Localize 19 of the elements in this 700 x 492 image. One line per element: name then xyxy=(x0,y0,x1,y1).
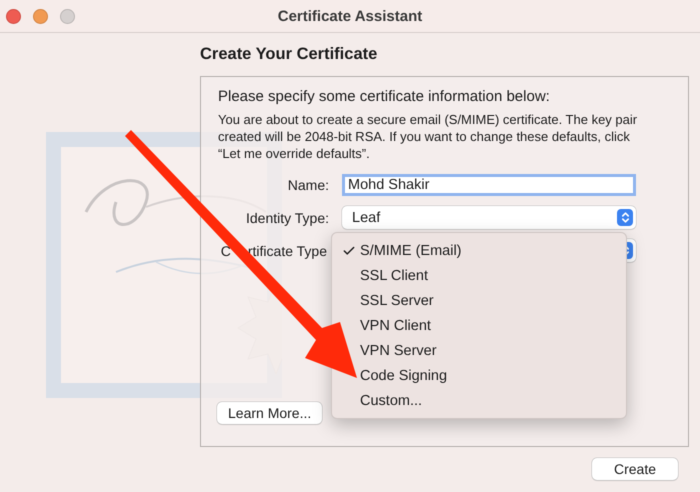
menu-item[interactable]: Custom... xyxy=(360,392,422,408)
menu-item[interactable]: S/MIME (Email) xyxy=(342,242,462,258)
field-label: Name: xyxy=(286,177,329,193)
page-heading: Create Your Certificate xyxy=(200,45,378,64)
description-text: You are about to create a secure email (S/MIME) certificate. The key pair created will be 2048-bit RSA. If you want to change these defaults, click “Let me override defaults”. xyxy=(218,111,638,162)
learn-more-button[interactable]: Learn More... xyxy=(217,402,322,424)
field-label: C xyxy=(220,242,231,258)
name-field[interactable]: Mohd Shakir xyxy=(342,174,636,196)
menu-item[interactable]: VPN Client xyxy=(360,318,431,334)
create-button[interactable]: Create xyxy=(592,458,678,480)
field-label: Identity Type: xyxy=(244,210,329,226)
menu-item[interactable]: SSL Client xyxy=(360,268,428,284)
window-title: Certificate Assistant xyxy=(278,8,422,24)
menu-item[interactable]: SSL Server xyxy=(360,292,434,308)
menu-item[interactable]: Code Signing xyxy=(360,368,448,384)
menu-item[interactable]: VPN Server xyxy=(360,342,437,358)
field-label: rtificate Type xyxy=(248,242,327,258)
popup-button[interactable]: Leaf xyxy=(342,206,636,229)
intro-text: Please specify some certificate information below: xyxy=(218,88,551,105)
